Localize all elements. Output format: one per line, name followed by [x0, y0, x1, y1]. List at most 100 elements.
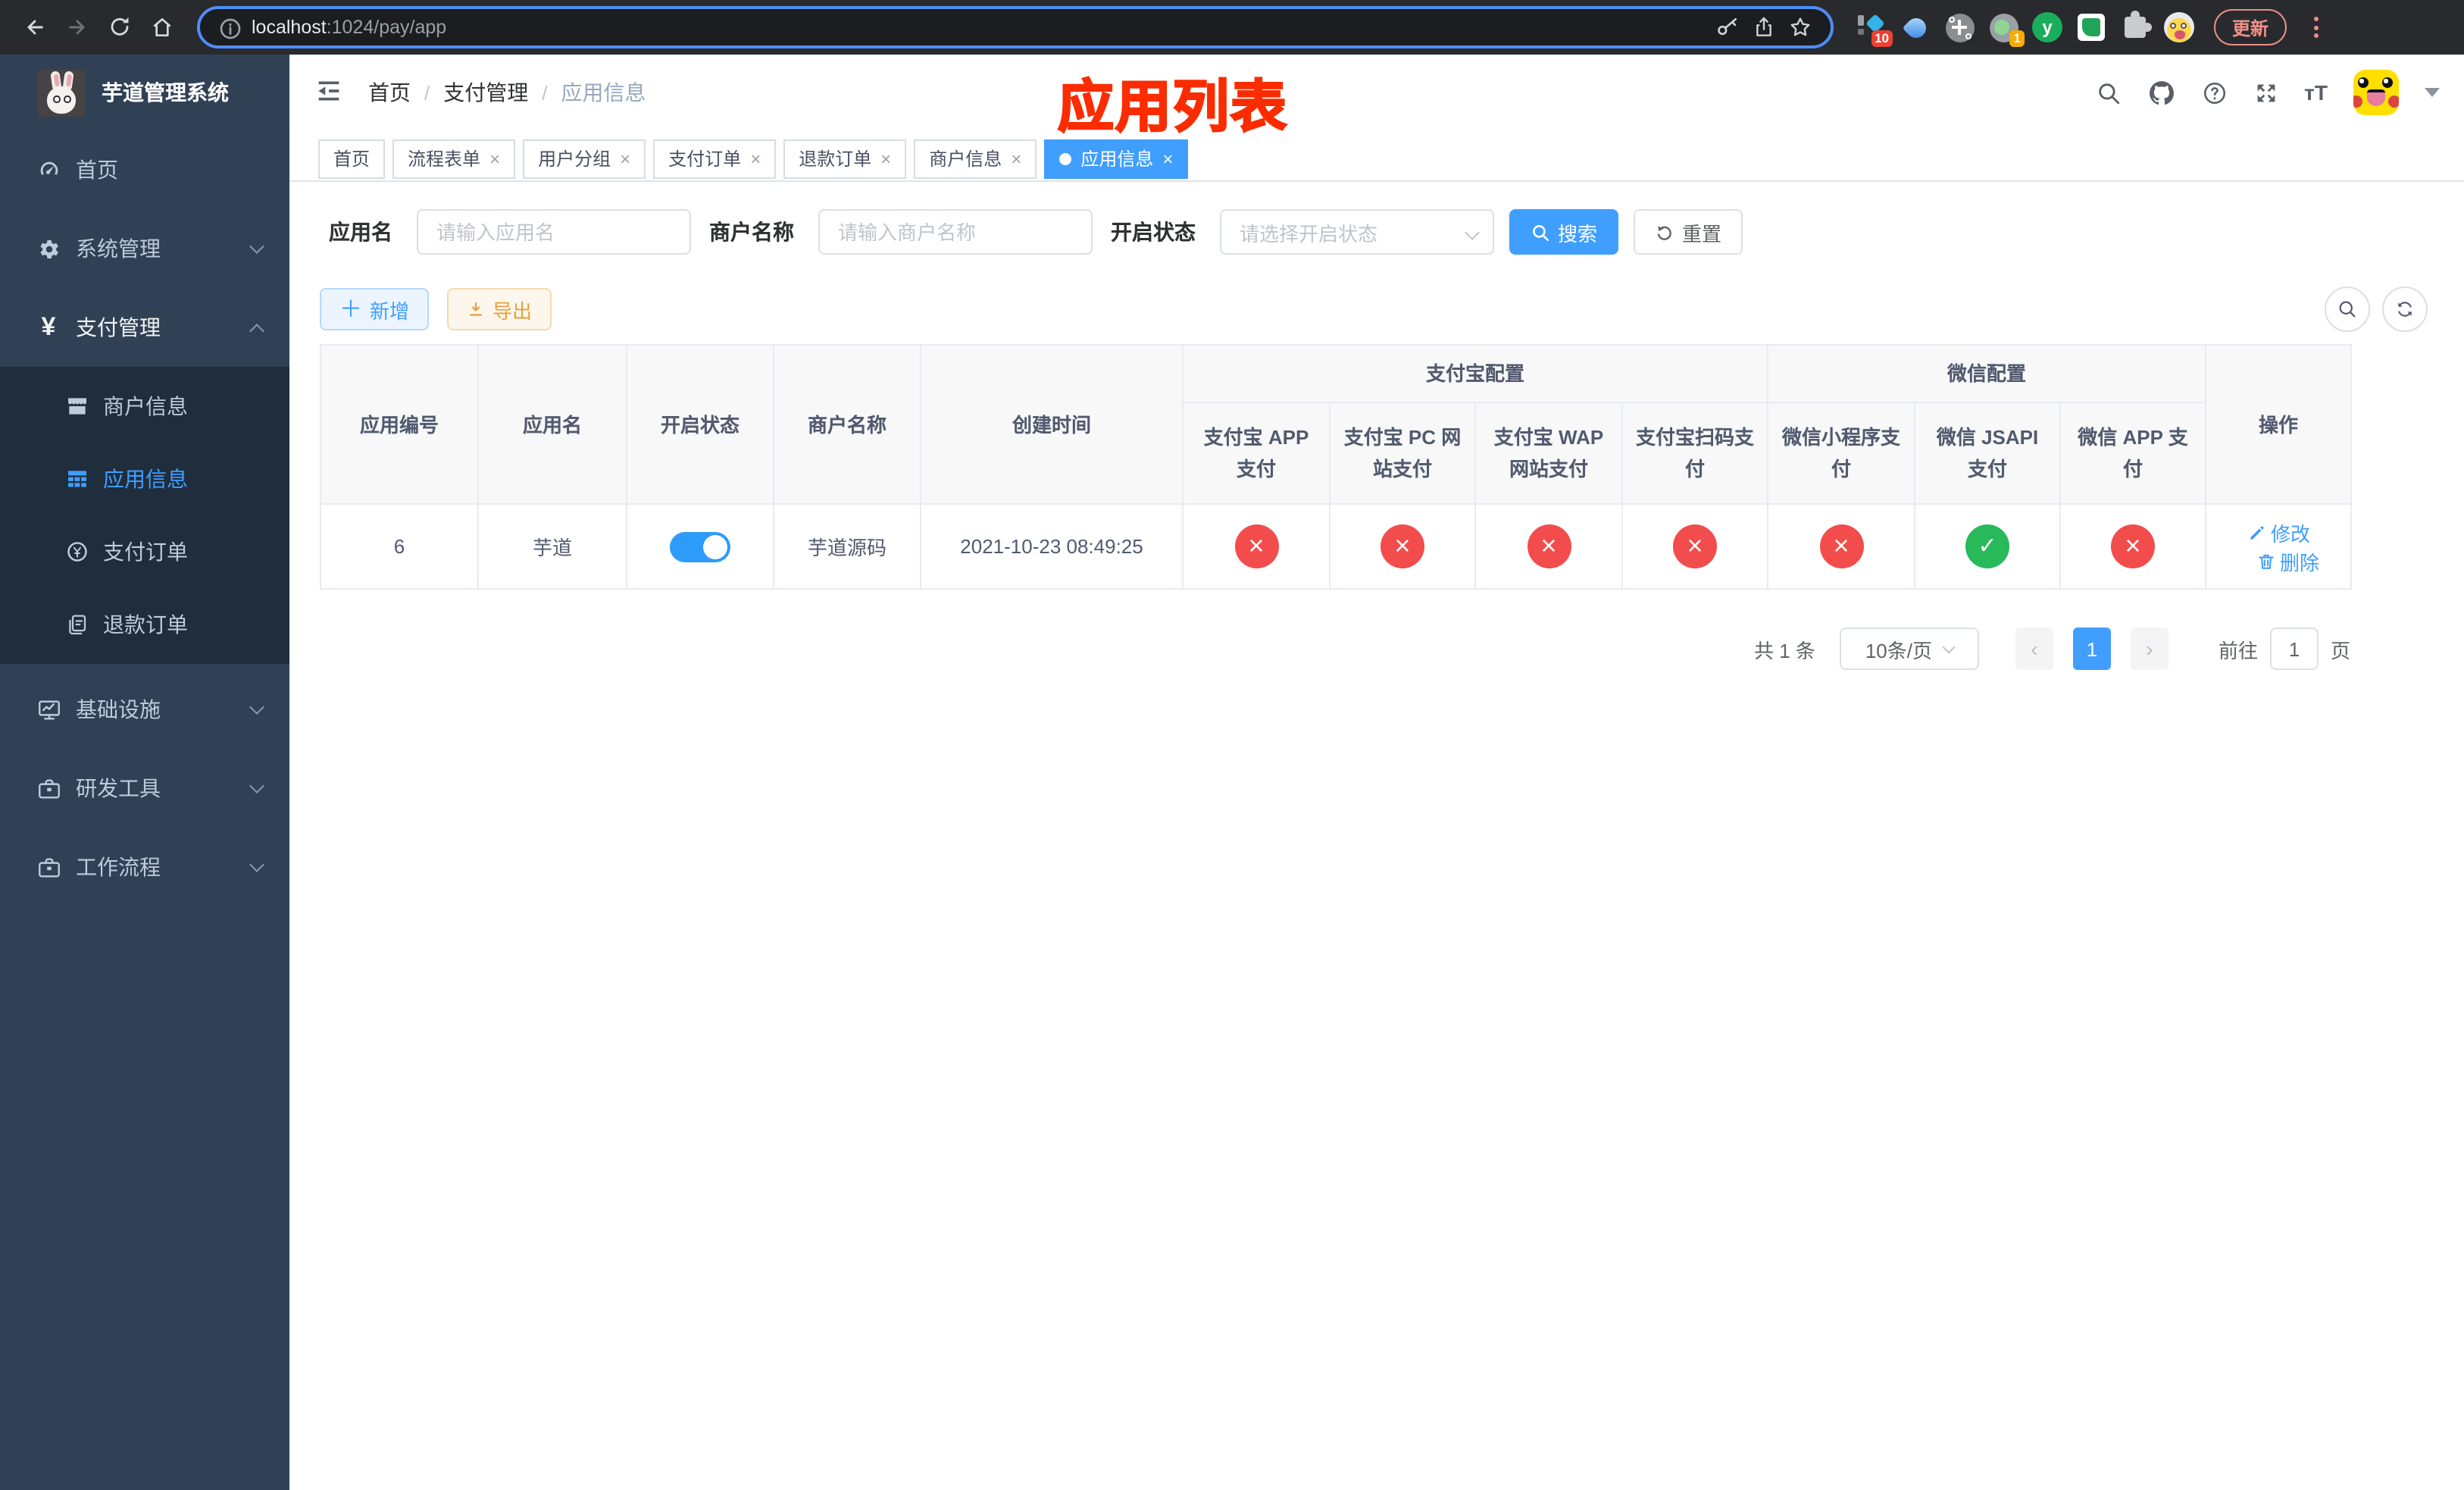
puzzle-icon[interactable] [2118, 9, 2152, 45]
sidebar-fold-icon[interactable] [314, 76, 347, 109]
browser-menu-icon[interactable] [2302, 11, 2329, 44]
reset-button[interactable]: 重置 [1634, 209, 1743, 255]
tab-process-form[interactable]: 流程表单 × [392, 139, 516, 178]
tab-merchant-info[interactable]: 商户信息 × [914, 139, 1037, 178]
url-bar[interactable]: localhost:1024/pay/app [197, 6, 1834, 49]
sidebar-item-payment[interactable]: ¥ 支付管理 [0, 288, 289, 367]
app-table: 应用编号 应用名 开启状态 商户名称 创建时间 支付宝配置 微信配置 操作 支付… [320, 344, 2353, 590]
bookmark-star-icon[interactable] [1788, 15, 1812, 39]
tab-refund-orders[interactable]: 退款订单 × [783, 139, 907, 178]
open-status-select[interactable]: 请选择开启状态 [1220, 209, 1494, 255]
col-alipay-pc: 支付宝 PC 网站支付 [1329, 402, 1476, 505]
fullscreen-icon[interactable] [2253, 80, 2278, 105]
y-extension-icon[interactable]: y [2031, 9, 2064, 45]
app-logo-row: 芋道管理系统 [0, 55, 289, 130]
extension-badge-count: 10 [1871, 30, 1893, 47]
tab-user-group[interactable]: 用户分组 × [523, 139, 646, 178]
sidebar-item-home[interactable]: 首页 [0, 130, 289, 209]
command-icon[interactable] [1943, 9, 1976, 45]
cell-actions: 修改 删除 [2205, 503, 2353, 590]
tab-close-icon[interactable]: × [1011, 149, 1021, 167]
toolbox-icon [30, 854, 67, 880]
export-button[interactable]: 导出 [447, 288, 552, 330]
table-grid-icon [58, 467, 97, 491]
font-size-icon[interactable]: ᴛT [2304, 80, 2328, 105]
help-icon[interactable] [2201, 80, 2227, 105]
site-info-icon[interactable] [218, 17, 241, 39]
delete-link[interactable]: 删除 [2256, 546, 2319, 575]
add-button[interactable]: ＋新增 [320, 288, 430, 330]
table-toolbar: ＋新增 导出 [320, 286, 2464, 332]
sidebar-item-merchant-info[interactable]: 商户信息 [0, 370, 289, 443]
col-group-wechat: 微信配置 [1767, 344, 2207, 403]
main-content: 应用名 商户名称 开启状态 请选择开启状态 搜索 重置 ＋新增 导出 [289, 182, 2464, 1490]
monitor-chart-icon [30, 696, 67, 722]
password-key-icon[interactable] [1715, 15, 1740, 39]
home-icon[interactable] [142, 8, 182, 47]
tab-close-icon[interactable]: × [489, 149, 500, 167]
payment-submenu: 商户信息 应用信息 支付订单 退款订单 [0, 367, 289, 664]
app-name-input[interactable] [417, 209, 691, 255]
refresh-button[interactable] [2382, 286, 2428, 332]
emoji-extension-icon[interactable] [2162, 9, 2196, 45]
sidebar-item-label: 应用信息 [103, 467, 188, 491]
status-toggle[interactable] [670, 531, 730, 562]
sidebar-item-workflow[interactable]: 工作流程 [0, 828, 289, 906]
sidebar-item-label: 工作流程 [76, 855, 161, 879]
page-number-1[interactable]: 1 [2072, 628, 2111, 670]
sidebar-item-system[interactable]: 系统管理 [0, 209, 289, 288]
toggle-search-button[interactable] [2325, 286, 2370, 332]
forward-icon[interactable] [58, 8, 97, 47]
extensions-tray: 10 1 y [1855, 9, 2196, 47]
sidebar-item-infrastructure[interactable]: 基础设施 [0, 670, 289, 749]
edit-link[interactable]: 修改 [2247, 518, 2310, 546]
col-alipay-app: 支付宝 APP 支付 [1182, 402, 1330, 505]
wx-jsapi-status-icon [1965, 524, 2010, 568]
tab-close-icon[interactable]: × [880, 149, 891, 167]
kite-icon[interactable] [1899, 9, 1932, 45]
cell-create-time: 2021-10-23 08:49:25 [920, 503, 1184, 590]
back-icon[interactable] [15, 8, 55, 47]
sidebar-item-pay-orders[interactable]: 支付订单 [0, 515, 289, 588]
search-icon[interactable] [2095, 80, 2121, 105]
chevron-down-icon [1465, 225, 1480, 240]
app-title: 芋道管理系统 [102, 80, 229, 105]
top-header: 首页 / 支付管理 / 应用信息 ᴛT [289, 55, 2464, 130]
col-alipay-wap: 支付宝 WAP 网站支付 [1474, 402, 1623, 505]
breadcrumb-home[interactable]: 首页 [368, 77, 411, 108]
rabbit-logo [38, 69, 85, 116]
tab-pay-orders[interactable]: 支付订单 × [653, 139, 777, 178]
share-icon[interactable] [1752, 15, 1776, 39]
sidebar-item-dev-tools[interactable]: 研发工具 [0, 749, 289, 828]
tab-close-icon[interactable]: × [1162, 149, 1173, 167]
chrome-update-button[interactable]: 更新 [2214, 9, 2287, 45]
avatar-caret-icon[interactable] [2425, 88, 2440, 97]
merchant-name-input[interactable] [818, 209, 1093, 255]
github-icon[interactable] [2147, 78, 2175, 107]
extension-badge-icon[interactable]: 10 [1855, 9, 1893, 47]
sidebar-item-refund-orders[interactable]: 退款订单 [0, 588, 289, 661]
recorder-icon[interactable]: 1 [1987, 9, 2025, 47]
tab-close-icon[interactable]: × [750, 149, 761, 167]
tab-app-info[interactable]: 应用信息 × [1044, 139, 1189, 178]
prev-page-button[interactable]: ‹ [2015, 628, 2053, 670]
goto-page-input[interactable] [2269, 628, 2319, 670]
recorder-badge-count: 1 [2009, 30, 2025, 47]
next-page-button[interactable]: › [2130, 628, 2169, 670]
sidebar-item-label: 退款订单 [103, 612, 188, 637]
yen-icon: ¥ [41, 312, 56, 341]
sidebar-item-label: 研发工具 [76, 776, 161, 800]
reload-icon[interactable] [100, 8, 139, 47]
url-host: localhost [252, 17, 327, 38]
tab-close-icon[interactable]: × [620, 149, 630, 167]
alipay-app-status-icon [1234, 524, 1278, 568]
chat-extension-icon[interactable] [2075, 9, 2108, 45]
breadcrumb-payment[interactable]: 支付管理 [443, 77, 528, 108]
merchant-name-label: 商户名称 [709, 220, 794, 244]
avatar[interactable] [2353, 70, 2399, 115]
sidebar: 芋道管理系统 首页 系统管理 ¥ 支付管理 商户信息 应用信息 支付订单 退款订… [0, 55, 289, 1490]
page-size-select[interactable]: 10条/页 [1839, 628, 1979, 670]
tab-home[interactable]: 首页 [318, 139, 386, 178]
search-button[interactable]: 搜索 [1509, 209, 1619, 255]
sidebar-item-app-info[interactable]: 应用信息 [0, 443, 289, 515]
